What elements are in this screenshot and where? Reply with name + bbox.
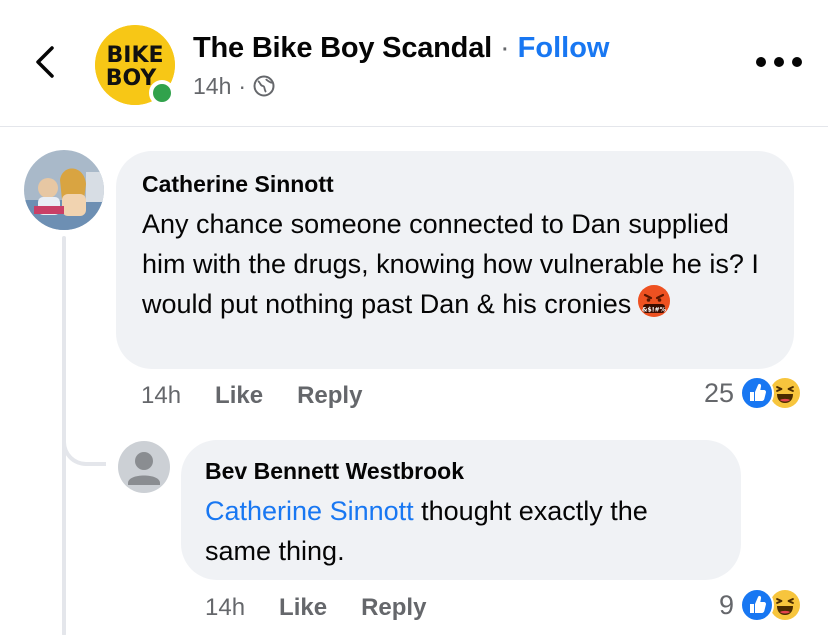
mention-link[interactable]: Catherine Sinnott <box>205 496 414 526</box>
like-reaction-icon <box>740 588 775 622</box>
like-reaction-icon <box>740 376 775 410</box>
default-avatar-icon <box>128 452 160 485</box>
meta-separator: · <box>238 72 247 99</box>
reply-text: Catherine Sinnott thought exactly the sa… <box>205 491 717 571</box>
more-options-button[interactable] <box>756 52 802 72</box>
title-separator: · <box>500 31 510 64</box>
post-header: BIKE BOY The Bike Boy Scandal · Follow 1… <box>0 0 828 127</box>
comment-author[interactable]: Catherine Sinnott <box>142 169 768 199</box>
globe-icon <box>253 75 275 97</box>
comment-bubble[interactable]: Catherine Sinnott Any chance someone con… <box>116 151 794 369</box>
reply-actions: 14h Like Reply <box>205 594 426 622</box>
page-title-row: The Bike Boy Scandal · Follow <box>193 30 610 66</box>
follow-button[interactable]: Follow <box>518 32 610 65</box>
svg-text:BIKE: BIKE <box>106 43 163 68</box>
reply-reaction-summary[interactable]: 9 <box>719 588 803 622</box>
comment-time[interactable]: 14h <box>141 382 181 410</box>
thread-branch <box>62 420 106 466</box>
more-dot-icon <box>756 57 766 67</box>
reaction-summary[interactable]: 25 <box>704 376 803 410</box>
face-with-symbols-on-mouth-icon: &$!#% <box>638 285 671 317</box>
more-dot-icon <box>792 57 802 67</box>
comment-text: Any chance someone connected to Dan supp… <box>142 204 768 324</box>
reply-author[interactable]: Bev Bennett Westbrook <box>205 456 717 486</box>
back-button[interactable] <box>30 42 60 82</box>
reply-bubble[interactable]: Bev Bennett Westbrook Catherine Sinnott … <box>181 440 741 580</box>
more-dot-icon <box>774 57 784 67</box>
reply-time[interactable]: 14h <box>205 594 245 622</box>
like-button[interactable]: Like <box>215 382 263 410</box>
profile-photo-icon <box>24 150 104 230</box>
online-status-dot <box>149 80 175 106</box>
reaction-count: 25 <box>704 377 735 408</box>
page-title[interactable]: The Bike Boy Scandal <box>193 32 492 65</box>
reply-button[interactable]: Reply <box>361 594 426 622</box>
commenter-avatar[interactable] <box>24 150 104 230</box>
comment-actions: 14h Like Reply <box>141 382 362 410</box>
reaction-count: 9 <box>719 589 735 620</box>
reply-avatar[interactable] <box>118 441 170 493</box>
like-button[interactable]: Like <box>279 594 327 622</box>
post-meta: 14h · <box>193 72 275 100</box>
chevron-left-icon <box>36 46 54 78</box>
reply-button[interactable]: Reply <box>297 382 362 410</box>
post-time[interactable]: 14h <box>193 73 231 100</box>
svg-text:&$!#%: &$!#% <box>642 306 666 313</box>
